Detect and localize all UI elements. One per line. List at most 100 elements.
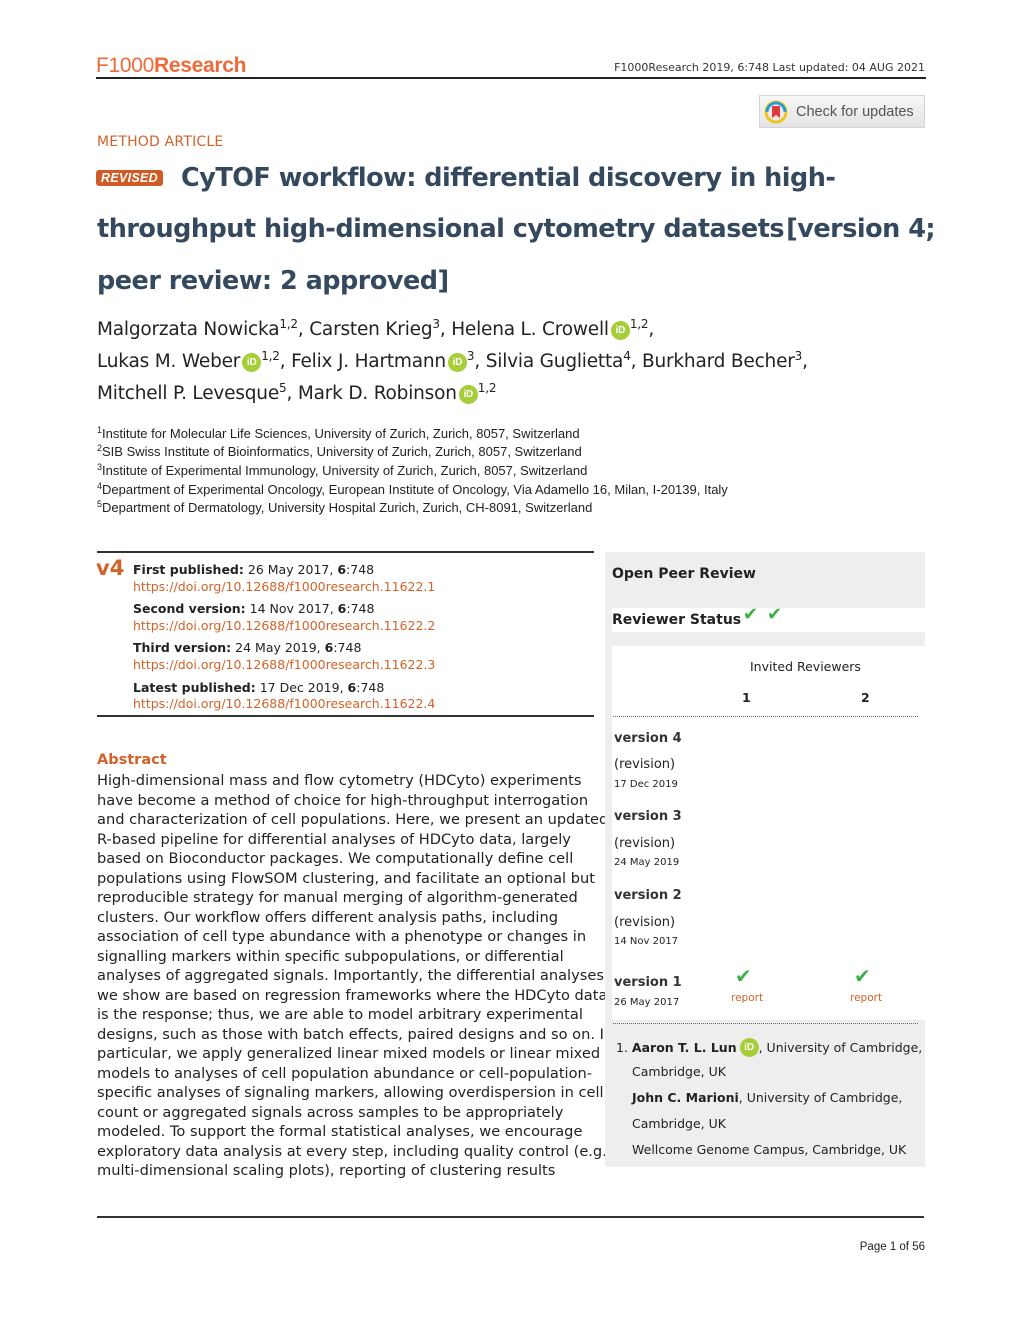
abstract-line: we show are based on regression framewor… (97, 986, 608, 1004)
review-version-date: 26 May 2017 (614, 997, 680, 1008)
grid-divider (613, 716, 918, 717)
author-affiliation-sup: 1,2 (477, 381, 497, 395)
version-badge: v4 (96, 556, 125, 580)
review-version-label[interactable]: version 4 (614, 731, 682, 746)
author-name[interactable]: Helena L. Crowell (451, 319, 609, 340)
author-affiliation-sup: 3 (432, 317, 440, 331)
report-link-2[interactable]: report (850, 992, 882, 1004)
reviewer-number: 1. (616, 1040, 628, 1055)
title-version: [version 4; (786, 214, 936, 244)
abstract-line: and characterization of cell populations… (97, 811, 609, 828)
version-page: :748 (346, 601, 375, 616)
abstract-line: modeled. To support the formal statistic… (97, 1123, 583, 1140)
reviewer-status-label: Reviewer Status (612, 612, 742, 628)
affiliation-text: Department of Experimental Oncology, Eur… (102, 482, 728, 497)
version-label: Third version: (133, 640, 232, 655)
author-name[interactable]: Mark D. Robinson (298, 383, 457, 404)
reviewer-column-2: 2 (861, 690, 870, 705)
review-version-note: (revision) (614, 757, 676, 772)
affiliation-1: 1Institute for Molecular Life Sciences, … (97, 426, 580, 442)
orcid-icon[interactable]: iD (242, 353, 262, 372)
affiliation-text: Department of Dermatology, University Ho… (102, 500, 593, 515)
affiliation-text: SIB Swiss Institute of Bioinformatics, U… (102, 444, 582, 459)
abstract-line: based on Bioconductor packages. We compu… (97, 850, 574, 867)
author-name[interactable]: Lukas M. Weber (97, 351, 240, 372)
version-page: :748 (346, 562, 375, 577)
affiliation-text: Institute for Molecular Life Sciences, U… (102, 426, 580, 441)
approved-check-icon: ✔ (735, 964, 752, 988)
open-peer-review-title: Open Peer Review (612, 566, 756, 582)
abstract-line: signalling markers within specific subpo… (97, 947, 564, 965)
abstract-line: multi-dimensional scaling plots), report… (97, 1162, 556, 1179)
review-version-date: 24 May 2019 (614, 857, 680, 868)
author-name[interactable]: Felix J. Hartmann (291, 351, 446, 372)
footer-divider (97, 1216, 924, 1218)
author-name[interactable]: Malgorzata Nowicka (97, 319, 280, 340)
revised-badge: REVISED (96, 170, 163, 186)
author-name[interactable]: Carsten Krieg (309, 319, 432, 340)
version-doi-link-3[interactable]: https://doi.org/10.12688/f1000research.1… (133, 657, 435, 672)
reviewer-1b-affiliation-2: Wellcome Genome Campus, Cambridge, UK (632, 1142, 907, 1157)
invited-reviewers-label: Invited Reviewers (750, 659, 861, 674)
reviewer-1b-affiliation-cont: Cambridge, UK (632, 1116, 726, 1131)
abstract-line: populations using FlowSOM clustering, an… (97, 869, 595, 887)
version-date: 14 Nov 2017, (245, 601, 338, 616)
article-title-line-1: CyTOF workflow: differential discovery i… (181, 163, 836, 193)
version-entry-3: Third version: 24 May 2019, 6:748 (133, 640, 361, 655)
check-icon: ✔ (743, 604, 759, 625)
reviewer-1-affiliation-cont: Cambridge, UK (632, 1064, 726, 1079)
reviewer-name[interactable]: Aaron T. L. Lun (632, 1040, 737, 1055)
review-version-label[interactable]: version 1 (614, 975, 682, 990)
version-doi-link-4[interactable]: https://doi.org/10.12688/f1000research.1… (133, 696, 435, 711)
abstract-line: reproducible strategy for manual merging… (97, 889, 578, 906)
version-page: :748 (333, 640, 362, 655)
version-doi-link-2[interactable]: https://doi.org/10.12688/f1000research.1… (133, 618, 435, 633)
version-doi-link-1[interactable]: https://doi.org/10.12688/f1000research.1… (133, 579, 435, 594)
version-label: Latest published: (133, 680, 256, 695)
review-version-date: 14 Nov 2017 (614, 936, 679, 947)
check-for-updates-button[interactable]: Check for updates (759, 95, 925, 128)
orcid-icon[interactable]: iD (739, 1038, 759, 1057)
abstract-line: clusters. Our workflow offers different … (97, 908, 558, 926)
author-name[interactable]: Burkhard Becher (642, 351, 795, 372)
abstract-line: is the response; thus, we are able to mo… (97, 1006, 583, 1023)
author-name[interactable]: Silvia Guglietta (486, 351, 624, 372)
author-name[interactable]: Mitchell P. Levesque (97, 383, 279, 404)
author-affiliation-sup: 1,2 (261, 349, 280, 363)
report-link-1[interactable]: report (731, 992, 763, 1004)
affiliation-text: Institute of Experimental Immunology, Un… (102, 463, 588, 478)
version-entry-4: Latest published: 17 Dec 2019, 6:748 (133, 680, 384, 695)
reviewer-affiliation: , University of Cambridge, (758, 1040, 923, 1055)
f1000research-logo[interactable]: F1000Research (96, 54, 247, 78)
orcid-icon[interactable]: iD (447, 353, 467, 372)
abstract-line: designs, such as those with batch effect… (97, 1025, 614, 1043)
reviewer-name[interactable]: John C. Marioni (632, 1090, 739, 1105)
abstract-body: High-dimensional mass and flow cytometry… (97, 771, 614, 1181)
orcid-icon[interactable]: iD (610, 321, 630, 340)
abstract-line: High-dimensional mass and flow cytometry… (97, 772, 582, 789)
reviewer-column-1: 1 (742, 690, 751, 705)
crossmark-icon (764, 100, 788, 124)
abstract-line: specific analyses of signaling markers, … (97, 1084, 604, 1101)
review-version-note: (revision) (614, 836, 676, 851)
versions-top-divider (97, 551, 594, 553)
review-version-label[interactable]: version 2 (614, 888, 682, 903)
review-version-label[interactable]: version 3 (614, 809, 682, 824)
author-affiliation-sup: 3 (466, 349, 475, 363)
abstract-line: analyses of aggregated signals. Importan… (97, 967, 604, 984)
grid-divider (613, 1023, 918, 1024)
check-for-updates-label: Check for updates (796, 103, 914, 120)
author-affiliation-sup: 5 (279, 381, 287, 395)
review-version-date: 17 Dec 2019 (614, 779, 678, 790)
logo-f1000: F1000 (96, 54, 155, 77)
reviewer-1: 1. Aaron T. L. Lun iD, University of Camb… (616, 1038, 922, 1057)
article-title-line-3: peer review: 2 approved] (97, 266, 449, 296)
header-divider (96, 77, 926, 79)
abstract-line: exploratory data analysis at every step,… (97, 1142, 612, 1160)
version-label: First published: (133, 562, 244, 577)
author-affiliation-sup: 1,2 (629, 317, 649, 331)
orcid-icon[interactable]: iD (458, 385, 478, 404)
abstract-line: association of cell type abundance with … (97, 928, 587, 945)
title-text: throughput high-dimensional cytometry da… (97, 214, 785, 244)
article-title-line-2: throughput high-dimensional cytometry da… (97, 214, 936, 244)
